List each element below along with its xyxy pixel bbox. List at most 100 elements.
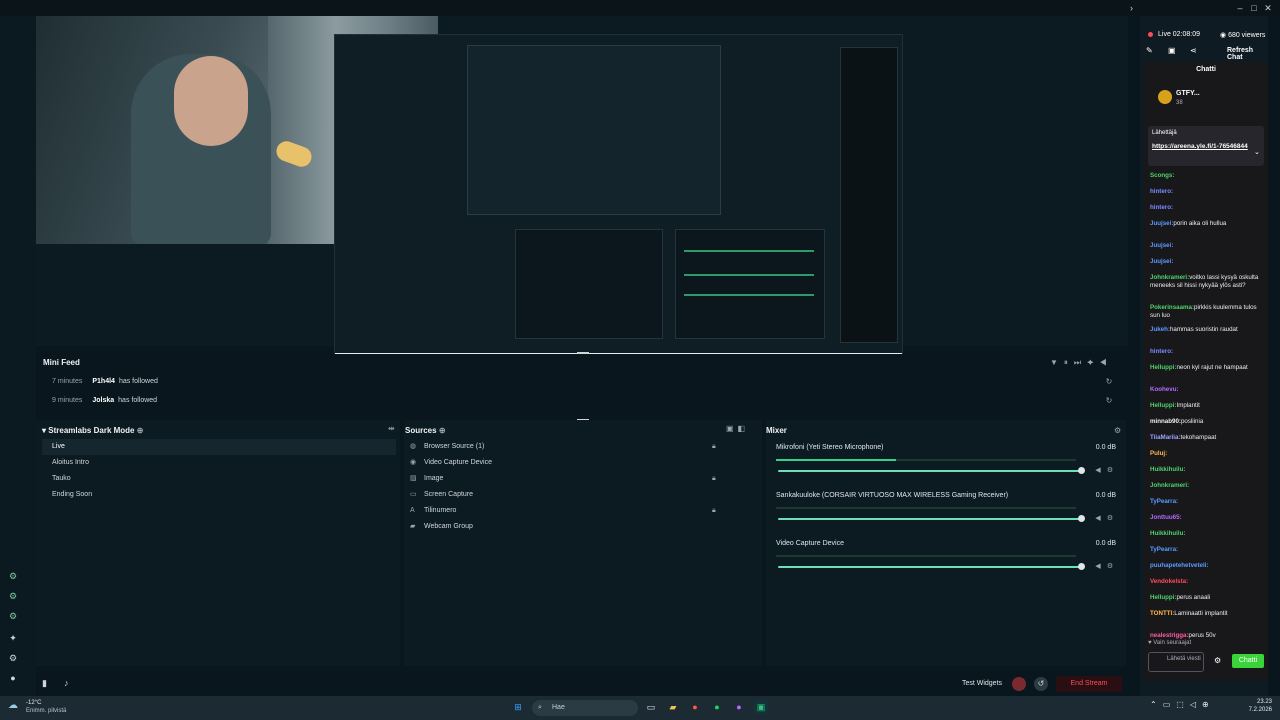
chat-username[interactable]: puuhapetehetveteli: (1150, 562, 1208, 569)
clock-time: 23.23 (1256, 699, 1272, 705)
chat-username[interactable]: minnab90: (1150, 418, 1181, 425)
end-stream-button[interactable]: End Stream (1056, 676, 1122, 692)
chevron-down-icon[interactable]: ⌄ (1254, 148, 1260, 156)
chat-message: Helluppi:Implantit (1150, 402, 1264, 410)
task-view-icon[interactable]: ▭ (644, 700, 658, 714)
scene-item[interactable]: Live (42, 439, 396, 455)
repeat-icon[interactable]: ↻ (1104, 396, 1114, 406)
pinned-message[interactable]: Lähettäjä https://areena.yle.fi/1-765468… (1148, 126, 1264, 166)
edit-icon[interactable]: ✎ (1146, 46, 1153, 55)
chat-username[interactable]: Juujsei: (1150, 258, 1173, 265)
settings-icon[interactable]: ⚙ (7, 652, 19, 664)
scene-item[interactable]: Tauko (42, 471, 396, 487)
volume-slider[interactable] (778, 566, 1082, 568)
chevron-right-icon[interactable]: › (1130, 2, 1138, 14)
source-item[interactable]: ▰ Webcam Group (410, 519, 730, 535)
source-controls[interactable]: ▣◧ (726, 424, 749, 433)
studio-icon[interactable]: ⚙ (7, 570, 19, 582)
system-tray-icons[interactable]: ⌃▭⬚◁⊕ (1150, 700, 1215, 709)
chat-username[interactable]: Pokerinsaama: (1150, 304, 1194, 311)
lock-icon[interactable]: 🔒︎ (712, 475, 716, 483)
speaker-icon[interactable]: ◀ (1094, 515, 1102, 523)
chat-username[interactable]: Helluppi: (1150, 364, 1176, 371)
test-widgets-button[interactable]: Test Widgets (956, 676, 1008, 692)
bell-icon[interactable]: ♪ (64, 678, 69, 688)
chat-send-button[interactable]: Chatti (1232, 654, 1264, 668)
themes-icon[interactable]: ⚙ (7, 590, 19, 602)
chat-username[interactable]: TONTTI: (1150, 610, 1174, 617)
weather-icon[interactable]: ☁ (8, 700, 18, 711)
chat-username[interactable]: Juujsei: (1150, 242, 1173, 249)
chat-username[interactable]: Vendokelsta: (1150, 578, 1188, 585)
gear-icon[interactable]: ⚙ (1106, 515, 1114, 523)
settings-gear-icon[interactable]: ⚙ (1214, 656, 1221, 665)
minimize-icon[interactable]: – (1234, 2, 1246, 14)
taskbar-search[interactable]: ⌕ Hae (532, 700, 638, 716)
source-item[interactable]: ◍ Browser Source (1) (410, 439, 730, 455)
source-item[interactable]: ▨ Image (410, 471, 730, 487)
chat-username[interactable]: Jukeh: (1150, 326, 1170, 333)
add-scene-icon[interactable]: ⊕ (137, 426, 144, 435)
volume-knob[interactable] (1078, 515, 1085, 522)
file-explorer-icon[interactable]: ▰ (666, 700, 680, 714)
source-item[interactable]: ▭ Screen Capture (410, 487, 730, 503)
repeat-icon[interactable]: ↻ (1104, 377, 1114, 387)
chat-username[interactable]: TiiaMariia: (1150, 434, 1181, 441)
volume-slider[interactable] (778, 470, 1082, 472)
close-icon[interactable]: ✕ (1262, 2, 1274, 14)
chat-username[interactable]: hintero: (1150, 204, 1173, 211)
scene-collection-name[interactable]: Streamlabs Dark Mode (48, 426, 134, 435)
chat-username[interactable]: TyPearra: (1150, 498, 1178, 505)
chat-username[interactable]: Puluj: (1150, 450, 1167, 457)
volume-knob[interactable] (1078, 563, 1085, 570)
chat-message: Puluj: (1150, 450, 1264, 458)
chat-username[interactable]: Koohevu: (1150, 386, 1179, 393)
streamlabs-icon[interactable]: ▣ (754, 700, 768, 714)
chat-username[interactable]: Helluppi: (1150, 402, 1176, 409)
maximize-icon[interactable]: □ (1248, 2, 1260, 14)
chat-username[interactable]: Johnkrameri: (1150, 274, 1189, 281)
apps-icon[interactable]: ⚙ (7, 610, 19, 622)
stats-icon[interactable]: ▮ (42, 678, 47, 689)
volume-knob[interactable] (1078, 467, 1085, 474)
windows-start-icon[interactable]: ⊞ (511, 700, 525, 714)
speaker-icon[interactable]: ◀ (1094, 563, 1102, 571)
chat-username[interactable]: Johnkrameri: (1150, 482, 1189, 489)
refresh-chat-button[interactable]: Refresh Chat (1227, 47, 1268, 61)
source-item[interactable]: ◉ Video Capture Device (410, 455, 730, 471)
scene-transition-icon[interactable]: ⇹ (388, 424, 395, 433)
gear-icon[interactable]: ⚙ (1106, 563, 1114, 571)
chat-username[interactable]: hintero: (1150, 188, 1173, 195)
scene-item[interactable]: Ending Soon (42, 487, 396, 503)
chat-username[interactable]: Huikkihuilu: (1150, 466, 1185, 473)
chat-username[interactable]: Helluppi: (1150, 594, 1176, 601)
speaker-icon[interactable]: ◀ (1094, 467, 1102, 475)
lock-icon[interactable]: 🔒︎ (712, 443, 716, 451)
spotify-icon[interactable]: ● (710, 700, 724, 714)
gear-icon[interactable]: ⚙ (1106, 467, 1114, 475)
chat-username[interactable]: nealestrigga: (1150, 632, 1189, 639)
share-icon[interactable]: ⋖ (1190, 46, 1197, 55)
chat-username[interactable]: hintero: (1150, 348, 1173, 355)
scene-item[interactable]: Aloitus Intro (42, 455, 396, 471)
chat-username[interactable]: TyPearra: (1150, 546, 1178, 553)
chat-username[interactable]: Huikkihuilu: (1150, 530, 1185, 537)
volume-slider[interactable] (778, 518, 1082, 520)
feed-controls[interactable]: ▼⏸⏭✦◀ (1050, 358, 1113, 368)
messenger-icon[interactable]: ● (732, 700, 746, 714)
dashboard-icon[interactable]: ▣ (1168, 46, 1176, 55)
gear-icon[interactable]: ⚙ (1114, 426, 1121, 435)
pinned-link[interactable]: https://areena.yle.fi/1-76546844 (1152, 142, 1250, 151)
source-item[interactable]: A Tilinumero (410, 503, 730, 519)
chat-username[interactable]: Jonttuu65: (1150, 514, 1182, 521)
chat-input[interactable]: Lähetä viesti (1148, 652, 1204, 672)
record-button[interactable] (1012, 677, 1026, 691)
chat-username[interactable]: Juujsei: (1150, 220, 1173, 227)
add-source-icon[interactable]: ⊕ (439, 426, 446, 435)
replay-icon[interactable]: ↺ (1034, 677, 1048, 691)
tools-icon[interactable]: ✦ (7, 632, 19, 644)
chat-username[interactable]: Scongs: (1150, 172, 1174, 179)
browser-icon[interactable]: ● (688, 700, 702, 714)
profile-icon[interactable]: ● (7, 672, 19, 684)
lock-icon[interactable]: 🔒︎ (712, 507, 716, 515)
